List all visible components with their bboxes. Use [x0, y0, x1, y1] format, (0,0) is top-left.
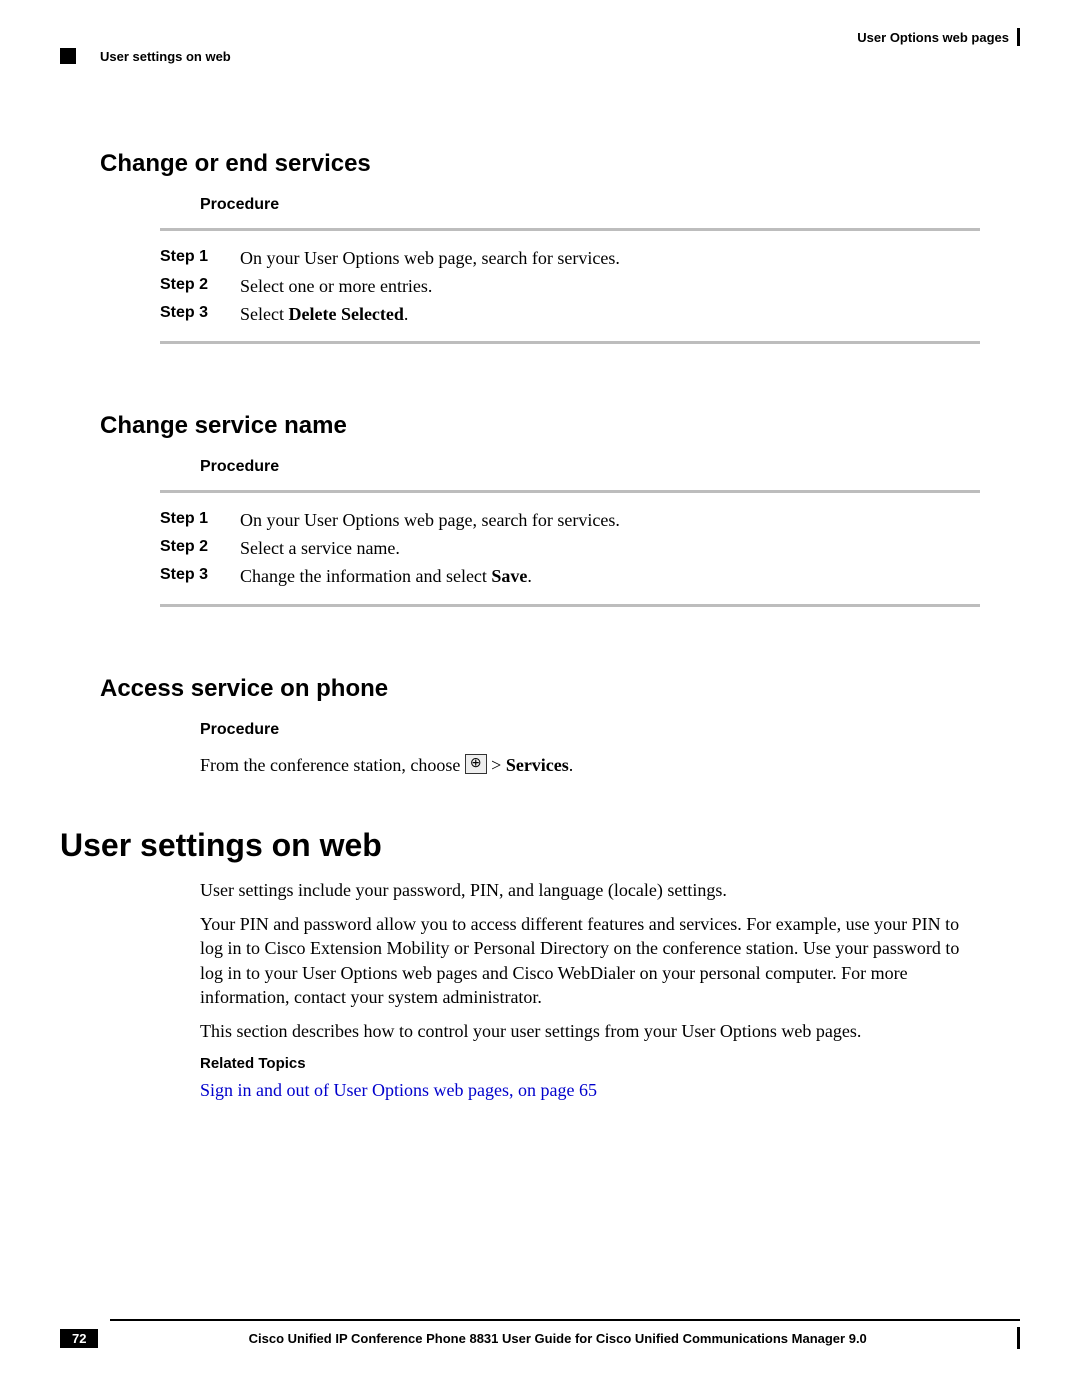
step-text: On your User Options web page, search fo… [240, 245, 620, 271]
header-square-icon [60, 48, 76, 64]
header-breadcrumb-left: User settings on web [60, 48, 231, 64]
footer-book-title: Cisco Unified IP Conference Phone 8831 U… [98, 1331, 1017, 1346]
header-right-bar-icon [1017, 28, 1020, 46]
header-right-text: User Options web pages [857, 30, 1009, 45]
procedure-step: Step 2 Select one or more entries. [160, 273, 980, 299]
body-text: > [487, 755, 506, 775]
section-title-access-service-on-phone: Access service on phone [100, 675, 980, 703]
procedure-step: Step 2 Select a service name. [160, 535, 980, 561]
divider-line [160, 228, 980, 231]
paragraph: User settings include your password, PIN… [200, 878, 980, 902]
procedure-step: Step 1 On your User Options web page, se… [160, 245, 980, 271]
related-topics-label: Related Topics [200, 1054, 980, 1074]
body-bold: Services [506, 755, 569, 775]
paragraph: Your PIN and password allow you to acces… [200, 912, 980, 1009]
procedure-step: Step 3 Change the information and select… [160, 563, 980, 589]
main-title-user-settings-on-web: User settings on web [60, 827, 980, 864]
step-label: Step 3 [160, 301, 240, 327]
step-label: Step 1 [160, 507, 240, 533]
step-text: On your User Options web page, search fo… [240, 507, 620, 533]
body-text: From the conference station, choose [200, 755, 465, 775]
footer-rule [110, 1319, 1020, 1321]
procedure-body: From the conference station, choose ⊕ > … [200, 753, 980, 777]
section-title-change-service-name: Change service name [100, 412, 980, 440]
procedure-step: Step 3 Select Delete Selected. [160, 301, 980, 327]
step-text: Select Delete Selected. [240, 301, 408, 327]
procedure-label: Procedure [200, 721, 980, 739]
procedure-step: Step 1 On your User Options web page, se… [160, 507, 980, 533]
page-number: 72 [60, 1329, 98, 1348]
procedure-label: Procedure [200, 196, 980, 214]
procedure-label: Procedure [200, 458, 980, 476]
divider-line [160, 490, 980, 493]
header-left-text: User settings on web [100, 49, 231, 64]
footer-bar-icon [1017, 1327, 1020, 1349]
page-footer: 72 Cisco Unified IP Conference Phone 883… [60, 1319, 1020, 1349]
related-topic-link[interactable]: Sign in and out of User Options web page… [200, 1080, 597, 1100]
step-text: Select a service name. [240, 535, 400, 561]
step-text: Select one or more entries. [240, 273, 432, 299]
step-label: Step 3 [160, 563, 240, 589]
step-text: Change the information and select Save. [240, 563, 532, 589]
divider-line [160, 341, 980, 344]
step-label: Step 1 [160, 245, 240, 271]
page-header: User Options web pages User settings on … [60, 28, 1020, 52]
paragraph: This section describes how to control yo… [200, 1019, 980, 1043]
step-label: Step 2 [160, 535, 240, 561]
page-content: Change or end services Procedure Step 1 … [100, 150, 980, 1102]
header-breadcrumb-right: User Options web pages [857, 28, 1020, 46]
body-text: . [569, 755, 574, 775]
divider-line [160, 604, 980, 607]
globe-icon: ⊕ [465, 754, 487, 774]
main-body: User settings include your password, PIN… [200, 878, 980, 1102]
section-title-change-end-services: Change or end services [100, 150, 980, 178]
step-label: Step 2 [160, 273, 240, 299]
